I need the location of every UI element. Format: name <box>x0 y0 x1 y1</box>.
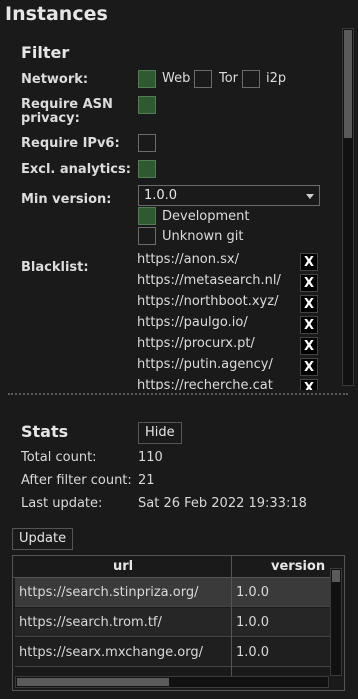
remove-button[interactable]: X <box>300 358 318 376</box>
stats-title: Stats <box>21 422 69 441</box>
column-header-url[interactable]: url <box>113 556 133 578</box>
min-version-select[interactable]: 1.0.0 <box>138 185 320 206</box>
column-separator[interactable] <box>231 556 232 676</box>
cell-url: https://search.stinpriza.org/ <box>19 585 199 600</box>
remove-button[interactable]: X <box>300 337 318 355</box>
cell-url: https://searx.mxchange.org/ <box>19 645 203 660</box>
table-row[interactable]: https://search.trom.tf/ 1.0.0 <box>15 608 331 637</box>
blacklist-url: https://procurx.pt/ <box>137 336 255 351</box>
i2p-label: i2p <box>266 71 287 86</box>
tor-checkbox[interactable] <box>194 70 212 88</box>
cell-version: 1.0.0 <box>236 615 270 630</box>
last-update-value: Sat 26 Feb 2022 19:33:18 <box>138 496 307 511</box>
blacklist-label: Blacklist: <box>21 260 89 275</box>
table-header: url version <box>13 556 331 578</box>
asn-checkbox[interactable] <box>138 96 156 114</box>
total-count-value: 110 <box>138 450 163 465</box>
after-filter-label: After filter count: <box>21 473 132 488</box>
hide-button[interactable]: Hide <box>138 422 182 444</box>
blacklist-url: https://northboot.xyz/ <box>137 294 279 309</box>
filter-scrollbar-thumb[interactable] <box>344 30 352 138</box>
table-row[interactable]: https://searx.mxchange.org/ 1.0.0 <box>15 638 331 667</box>
table-vertical-scrollbar-thumb[interactable] <box>332 570 340 582</box>
table-horizontal-scrollbar-thumb[interactable] <box>17 678 169 686</box>
unknown-git-checkbox[interactable] <box>138 227 156 245</box>
table-vertical-scrollbar[interactable] <box>330 568 342 676</box>
total-count-label: Total count: <box>21 450 97 465</box>
min-version-value: 1.0.0 <box>144 188 178 203</box>
filter-title: Filter <box>21 43 70 62</box>
min-version-label: Min version: <box>21 192 112 207</box>
remove-button[interactable]: X <box>300 295 318 313</box>
analytics-checkbox[interactable] <box>138 160 156 178</box>
analytics-label: Excl. analytics: <box>21 162 131 177</box>
instances-table: url version https://search.stinpriza.org… <box>12 555 345 691</box>
blacklist-url: https://anon.sx/ <box>137 252 239 267</box>
cell-url: https://search.trom.tf/ <box>19 615 162 630</box>
asn-label-1: Require ASN <box>21 97 113 112</box>
network-label: Network: <box>21 72 89 87</box>
blacklist-url: https://paulgo.io/ <box>137 315 248 330</box>
filter-panel: Filter Network: Web Tor i2p Require ASN … <box>8 28 356 390</box>
last-update-label: Last update: <box>21 496 103 511</box>
remove-button[interactable]: X <box>300 274 318 292</box>
chevron-down-icon <box>306 194 314 199</box>
asn-label-2: privacy: <box>21 111 80 126</box>
column-header-version[interactable]: version <box>271 556 325 578</box>
web-checkbox[interactable] <box>138 70 156 88</box>
blacklist-url: https://recherche.cat <box>137 378 273 390</box>
remove-button[interactable]: X <box>300 379 318 390</box>
cell-version: 1.0.0 <box>236 585 270 600</box>
cell-version: 1.0.0 <box>236 645 270 660</box>
unknown-git-label: Unknown git <box>162 229 244 244</box>
ipv6-label: Require IPv6: <box>21 136 120 151</box>
panel-resize-divider[interactable] <box>8 393 348 395</box>
remove-button[interactable]: X <box>300 253 318 271</box>
blacklist-url: https://putin.agency/ <box>137 357 273 372</box>
filter-scrollbar[interactable] <box>342 28 354 386</box>
development-checkbox[interactable] <box>138 207 156 225</box>
page-title: Instances <box>5 3 108 25</box>
table-row[interactable]: https://search.stinpriza.org/ 1.0.0 <box>15 578 331 607</box>
remove-button[interactable]: X <box>300 316 318 334</box>
i2p-checkbox[interactable] <box>242 70 260 88</box>
blacklist-url: https://metasearch.nl/ <box>137 273 281 288</box>
update-button[interactable]: Update <box>12 528 74 550</box>
after-filter-value: 21 <box>138 473 155 488</box>
tor-label: Tor <box>219 71 239 86</box>
ipv6-checkbox[interactable] <box>138 134 156 152</box>
web-label: Web <box>162 71 191 86</box>
development-label: Development <box>162 209 250 224</box>
table-horizontal-scrollbar[interactable] <box>15 676 329 688</box>
